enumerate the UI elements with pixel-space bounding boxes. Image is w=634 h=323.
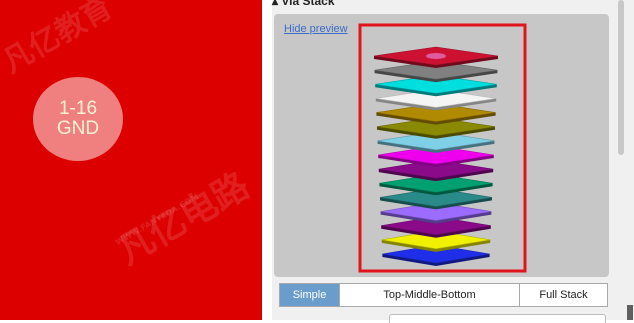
- next-field-input[interactable]: [389, 314, 606, 323]
- panel-scrollbar[interactable]: [618, 0, 626, 160]
- scroll-down-arrow-icon[interactable]: [627, 305, 633, 320]
- via-net-range: 1-16: [58, 98, 98, 119]
- tab-full-stack[interactable]: Full Stack: [520, 284, 607, 306]
- collapse-arrow-icon[interactable]: ▴: [272, 0, 281, 8]
- via-stack-view-tabs: Simple Top-Middle-Bottom Full Stack: [279, 283, 608, 307]
- scrollbar-thumb[interactable]: [618, 0, 624, 155]
- panel-divider: [262, 0, 272, 320]
- via-net-name: GND: [56, 118, 100, 139]
- via-stack-section-title[interactable]: ▴ Via Stack: [272, 0, 335, 8]
- watermark-text: 凡亿电路: [111, 165, 257, 273]
- tab-simple[interactable]: Simple: [280, 284, 340, 306]
- properties-panel: ▴ Via Stack Hide preview Simple Top-Midd…: [272, 0, 634, 323]
- tab-top-middle-bottom[interactable]: Top-Middle-Bottom: [340, 284, 520, 306]
- via-pad[interactable]: 1-16 GND: [33, 77, 123, 161]
- via-stack-preview: Hide preview: [274, 14, 609, 277]
- watermark-brand: 凡亿教育: [0, 0, 119, 81]
- via-stack-3d-view: [358, 23, 527, 273]
- stack-layer: [373, 46, 499, 68]
- pcb-canvas[interactable]: 凡亿教育 凡亿电路 WWW.FANYEDA.COM 1-16 GND: [0, 0, 262, 320]
- section-title-text: Via Stack: [281, 0, 335, 8]
